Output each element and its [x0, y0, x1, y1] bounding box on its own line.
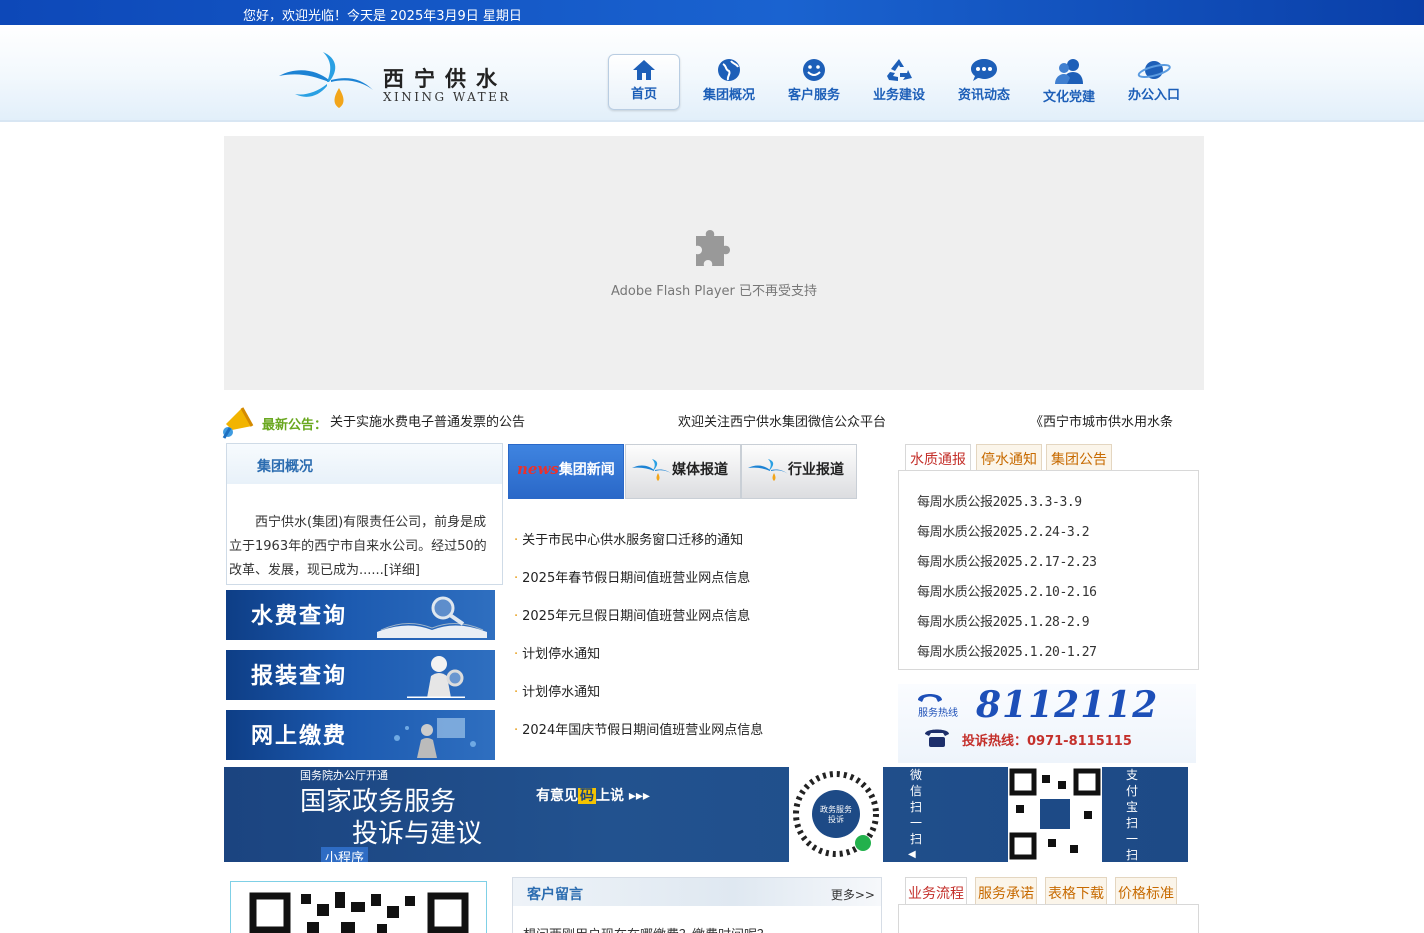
intro-title[interactable]: 集团概况 — [257, 456, 313, 476]
nav-label: 文化党建 — [1042, 90, 1095, 105]
nav-label: 集团概况 — [702, 88, 755, 103]
quick-link-label: 水费查询 — [251, 603, 348, 629]
flash-placeholder: Adobe Flash Player 已不再受支持 — [224, 136, 1204, 390]
tab-price-standard[interactable]: 价格标准 — [1115, 877, 1177, 904]
notice-item[interactable]: 欢迎关注西宁供水集团微信公众平台 — [678, 411, 886, 430]
nav-office[interactable]: 办公入口 — [1118, 54, 1190, 110]
logo-small-icon — [748, 459, 788, 481]
hotline-number: 8112112 — [976, 684, 1159, 726]
flash-message: Adobe Flash Player 已不再受支持 — [610, 284, 818, 299]
news-item[interactable]: · 2025年春节假日期间值班营业网点信息 — [514, 567, 750, 586]
water-report-item[interactable]: 每周水质公报2025.3.3-3.9 — [917, 491, 1082, 510]
tab-label: 行业报道 — [788, 462, 844, 478]
tab-media-reports[interactable]: 媒体报道 — [625, 444, 741, 499]
recycle-icon — [887, 59, 912, 81]
nav-label: 资讯动态 — [957, 88, 1010, 103]
notice-item[interactable]: 《西宁市城市供水用水条 — [1030, 411, 1173, 430]
bottom-tab-box — [898, 904, 1199, 933]
top-bar: 您好，欢迎光临！今天是 2025年3月9日 星期日 — [0, 0, 1424, 25]
tab-form-download[interactable]: 表格下载 — [1045, 877, 1107, 904]
logo-small-icon — [632, 459, 672, 481]
nav-business[interactable]: 业务建设 — [863, 54, 935, 110]
tab-group-notice[interactable]: 集团公告 — [1046, 444, 1112, 471]
nav-home[interactable]: 首页 — [608, 54, 680, 110]
news-item[interactable]: · 关于市民中心供水服务窗口迁移的通知 — [514, 529, 743, 548]
nav-label: 首页 — [630, 87, 657, 102]
quick-link-label: 网上缴费 — [251, 723, 348, 749]
complaint-hotline: 投诉热线：0971-8115115 — [962, 734, 1132, 749]
nav-service[interactable]: 客户服务 — [778, 54, 850, 110]
tab-water-quality[interactable]: 水质通报 — [905, 444, 971, 471]
alipay-qr-code[interactable] — [1008, 767, 1102, 862]
users-icon — [1055, 59, 1083, 84]
water-report-item[interactable]: 每周水质公报2025.2.10-2.16 — [917, 581, 1097, 600]
group-intro-box: 集团概况 西宁供水(集团)有限责任公司，前身是成立于1963年的西宁市自来水公司… — [226, 443, 503, 585]
logo-text-en: XINING WATER — [383, 90, 511, 104]
puzzle-icon — [692, 224, 738, 274]
news-item[interactable]: · 2025年元旦假日期间值班营业网点信息 — [514, 605, 750, 624]
svg-text:政务服务: 政务服务 — [820, 804, 852, 814]
install-query-button[interactable]: 报装查询 — [226, 650, 495, 700]
news-item[interactable]: · 2024年国庆节假日期间值班营业网点信息 — [514, 719, 763, 738]
logo-text-cn: 西宁供水 — [383, 66, 507, 91]
bottom-qr-code[interactable] — [230, 881, 487, 933]
tab-service-promise[interactable]: 服务承诺 — [975, 877, 1037, 904]
quick-link-label: 报装查询 — [251, 663, 348, 689]
notice-label: 最新公告： — [262, 418, 328, 433]
water-bill-query-button[interactable]: 水费查询 — [226, 590, 495, 640]
wechat-scan-text: 微信扫一扫 — [909, 768, 922, 846]
tab-business-process[interactable]: 业务流程 — [905, 877, 967, 904]
water-report-item[interactable]: 每周水质公报2025.2.24-3.2 — [917, 521, 1090, 540]
nav-news[interactable]: 资讯动态 — [948, 54, 1020, 110]
customer-message-box: 客户留言 更多>> 想问西刚用户现在在哪缴费？缴费时间呢？ — [512, 877, 882, 933]
book-magnifier-icon — [377, 596, 487, 638]
banner-slogan: 有意见码上说 ▸▸▸ — [536, 788, 650, 804]
notice-item[interactable]: 关于实施水费电子普通发票的公告 — [330, 411, 525, 430]
wechat-qr-code[interactable]: 政务服务 投诉 — [789, 767, 883, 862]
greeting-text: 您好，欢迎光临！今天是 2025年3月9日 星期日 — [243, 9, 522, 24]
hotline-tag: 服务热线 — [918, 708, 958, 719]
more-link[interactable]: 更多>> — [831, 886, 875, 903]
nav-about[interactable]: 集团概况 — [693, 54, 765, 110]
nav-label: 客户服务 — [787, 88, 840, 103]
tab-water-outage[interactable]: 停水通知 — [976, 444, 1042, 471]
water-report-item[interactable]: 每周水质公报2025.2.17-2.23 — [917, 551, 1097, 570]
hotline-banner: 服务热线 8112112 投诉热线：0971-8115115 — [898, 684, 1196, 763]
nav-label: 业务建设 — [872, 88, 925, 103]
planet-icon — [1137, 61, 1171, 79]
message-title: 客户留言 — [527, 887, 583, 903]
home-icon — [633, 60, 655, 80]
computer-user-icon — [394, 718, 476, 758]
nav-culture[interactable]: 文化党建 — [1033, 54, 1105, 110]
alipay-scan-text: 支付宝扫一扫 — [1125, 768, 1138, 862]
water-report-item[interactable]: 每周水质公报2025.1.28-2.9 — [917, 611, 1090, 630]
figure-magnifier-icon — [407, 656, 465, 698]
globe-icon — [718, 59, 740, 81]
telephone-icon — [925, 729, 949, 747]
banner-mini-tag: 小程序 — [321, 847, 369, 862]
banner-line2: 投诉与建议 — [352, 819, 483, 849]
tab-industry-reports[interactable]: 行业报道 — [741, 444, 857, 499]
intro-body[interactable]: 西宁供水(集团)有限责任公司，前身是成立于1963年的西宁市自来水公司。经过50… — [229, 511, 499, 583]
gov-complaint-banner[interactable]: 国务院办公厅开通 国家政务服务 投诉与建议 小程序 有意见码上说 ▸▸▸ 政务服… — [224, 767, 1188, 862]
tab-label: 集团新闻 — [558, 462, 615, 478]
news-logo-text: news — [517, 460, 559, 478]
megaphone-icon — [222, 402, 256, 444]
chat-icon — [971, 59, 997, 81]
message-item[interactable]: 想问西刚用户现在在哪缴费？缴费时间呢？ — [523, 924, 770, 933]
arrow-left-icon: ◀ — [908, 849, 916, 860]
smiley-icon — [803, 59, 825, 81]
tab-group-news[interactable]: news集团新闻 — [508, 444, 624, 499]
tab-label: 媒体报道 — [672, 462, 728, 478]
nav-label: 办公入口 — [1127, 88, 1180, 103]
online-payment-button[interactable]: 网上缴费 — [226, 710, 495, 760]
logo-icon[interactable] — [277, 52, 377, 116]
svg-text:投诉: 投诉 — [828, 814, 844, 824]
news-item[interactable]: · 计划停水通知 — [514, 681, 600, 700]
water-report-item[interactable]: 每周水质公报2025.1.20-1.27 — [917, 641, 1097, 660]
news-item[interactable]: · 计划停水通知 — [514, 643, 600, 662]
